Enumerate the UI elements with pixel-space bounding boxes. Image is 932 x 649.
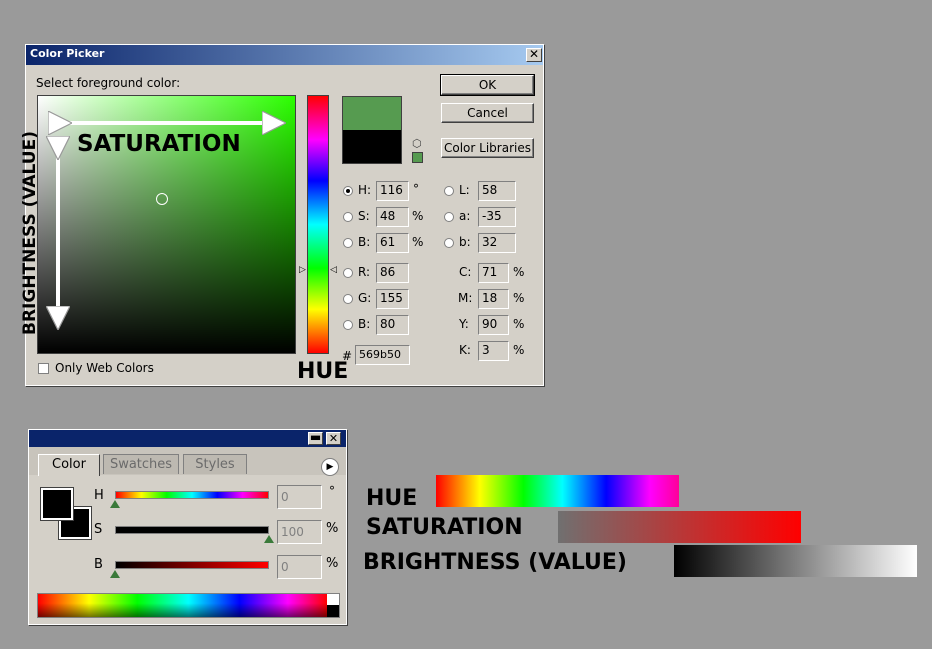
s-slider-track[interactable] — [115, 526, 269, 534]
tab-color[interactable]: Color — [38, 454, 100, 476]
h-value-field[interactable]: 0 — [277, 485, 322, 509]
legend-brightness-label: BRIGHTNESS (VALUE) — [363, 550, 627, 575]
b-slider-label: B — [94, 557, 103, 572]
b-value-field[interactable]: 0 — [277, 555, 322, 579]
saturation-overlay-label: SATURATION — [77, 131, 241, 157]
h-slider-label: H — [94, 488, 104, 503]
b-slider-track[interactable] — [115, 561, 269, 569]
legend-hue-bar — [436, 475, 679, 507]
brightness-overlay-label: BRIGHTNESS (VALUE) — [20, 131, 40, 335]
close-icon[interactable]: ✕ — [326, 432, 341, 445]
s-value-field[interactable]: 100 — [277, 520, 322, 544]
legend-hue-label: HUE — [366, 486, 418, 511]
legend-saturation-label: SATURATION — [366, 515, 523, 540]
hue-overlay-label: HUE — [297, 359, 349, 384]
s-slider-thumb[interactable] — [264, 535, 274, 543]
black-swatch[interactable] — [327, 605, 339, 617]
b-slider-thumb[interactable] — [110, 570, 120, 578]
h-slider-track[interactable] — [115, 491, 269, 499]
foreground-color-swatch[interactable] — [40, 487, 74, 521]
color-panel: ▬ ✕ Color Swatches Styles ▶ H 0 ° S 100 … — [28, 429, 347, 625]
minimize-icon[interactable]: ▬ — [308, 431, 323, 445]
h-slider-thumb[interactable] — [110, 500, 120, 508]
legend-brightness-bar — [674, 545, 917, 577]
panel-title-bar[interactable]: ▬ ✕ — [29, 430, 346, 447]
legend-saturation-bar — [558, 511, 801, 543]
tab-swatches[interactable]: Swatches — [103, 454, 179, 474]
color-spectrum-ramp[interactable] — [37, 593, 340, 618]
tab-styles[interactable]: Styles — [183, 454, 247, 474]
white-swatch[interactable] — [327, 594, 339, 605]
h-unit: ° — [329, 484, 335, 498]
s-slider-label: S — [94, 522, 103, 537]
b-unit: % — [326, 556, 339, 571]
s-unit: % — [326, 521, 339, 536]
panel-menu-icon[interactable]: ▶ — [321, 458, 339, 476]
